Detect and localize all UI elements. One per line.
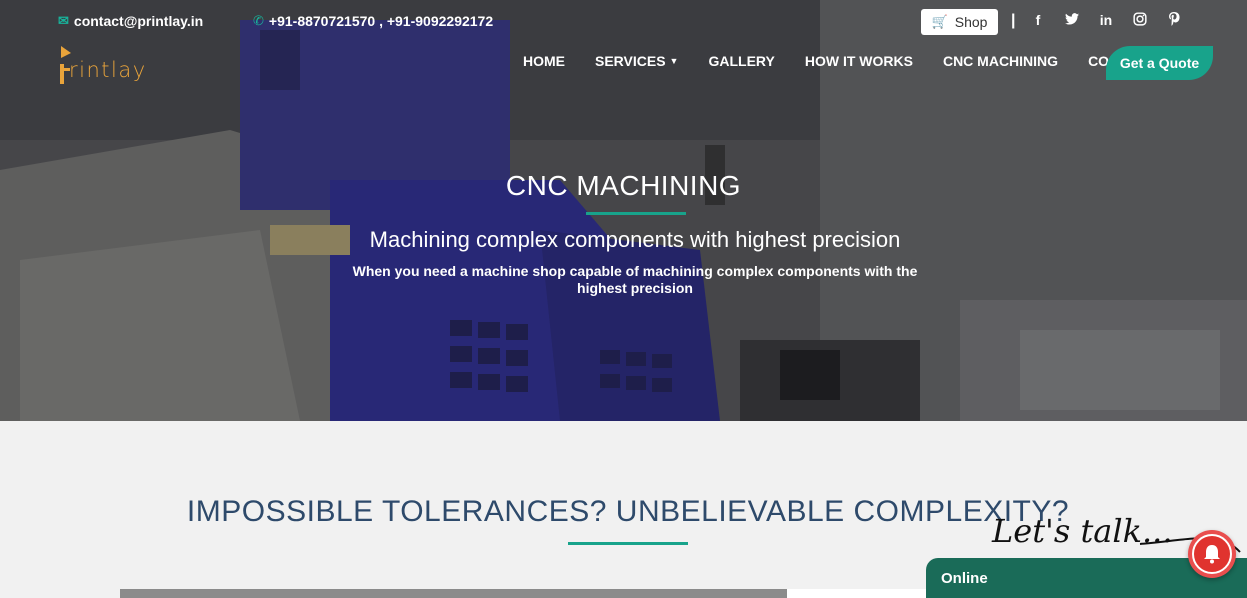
main-nav: HOME SERVICES ▼ GALLERY HOW IT WORKS CNC… [523,53,1185,69]
nav-cnc-machining[interactable]: CNC MACHINING [943,53,1058,69]
nav-services[interactable]: SERVICES ▼ [595,53,678,69]
hero-subtitle: Machining complex components with highes… [369,227,901,252]
nav-how-it-works[interactable]: HOW IT WORKS [805,53,913,69]
contact-email[interactable]: ✉ contact@printlay.in [58,13,203,29]
twitter-icon[interactable] [1064,12,1080,29]
separator: | [1011,12,1016,29]
phone-icon: ✆ [253,13,264,28]
hero-banner: ✉ contact@printlay.in ✆ +91-8870721570 ,… [0,0,1247,421]
linkedin-icon[interactable]: in [1098,12,1114,29]
instagram-icon[interactable] [1132,12,1148,29]
nav-gallery[interactable]: GALLERY [708,53,774,69]
hero-title-underline [586,212,686,215]
envelope-icon: ✉ [58,13,69,28]
nav-services-label: SERVICES [595,53,666,69]
contact-phone[interactable]: ✆ +91-8870721570 , +91-9092292172 [253,13,493,29]
shop-label: Shop [954,14,988,30]
chat-status: Online [941,570,988,587]
top-bar: ✉ contact@printlay.in ✆ +91-8870721570 ,… [58,9,1180,35]
content-image-top [120,589,787,598]
caret-down-icon: ▼ [669,56,679,66]
facebook-icon[interactable]: f [1030,12,1046,29]
social-links: f in [1030,12,1182,29]
section-title-underline [568,542,688,545]
printlay-logo[interactable]: rintlay [57,44,147,86]
hero-description: When you need a machine shop capable of … [352,263,918,296]
cart-icon: 🛒 [931,14,948,29]
logo-text: rintlay [69,58,147,82]
content-panel-top [787,589,927,598]
phone-text[interactable]: +91-8870721570 , +91-9092292172 [269,13,493,29]
email-text[interactable]: contact@printlay.in [74,13,203,29]
hero-title: CNC MACHINING [505,170,742,201]
bell-icon [1192,534,1232,574]
shop-button[interactable]: 🛒 Shop [921,9,998,35]
get-quote-button[interactable]: Get a Quote [1106,46,1213,80]
nav-home[interactable]: HOME [523,53,565,69]
notification-bell-button[interactable] [1188,530,1236,578]
pinterest-icon[interactable] [1166,12,1182,29]
